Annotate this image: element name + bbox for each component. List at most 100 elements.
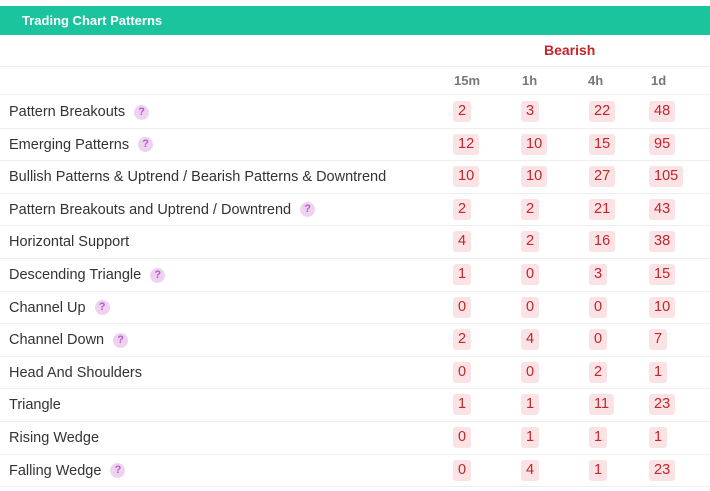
count-badge-1d[interactable]: 7 [649,329,668,351]
pattern-label: Bullish Patterns & Uptrend / Bearish Pat… [9,169,387,186]
table-row[interactable]: Head And Shoulders 0 0 2 1 [0,357,710,389]
pattern-label: Falling Wedge [9,462,102,479]
pattern-name[interactable]: Pattern Breakouts and Uptrend / Downtren… [9,194,316,226]
count-badge-1h[interactable]: 4 [521,459,540,481]
pattern-name[interactable]: Channel Up? [9,292,110,324]
pattern-label: Rising Wedge [9,430,100,446]
count-badge-4h[interactable]: 1 [589,427,608,448]
pattern-label: Head And Shoulders [9,364,143,381]
column-header-4h[interactable]: 4h [588,73,603,88]
count-badge-15m[interactable]: 2 [453,101,472,122]
pattern-label: Descending Triangle [9,267,142,283]
question-circle-icon[interactable]: ? [110,463,126,479]
question-circle-icon[interactable]: ? [113,332,129,348]
question-circle-icon[interactable]: ? [138,137,154,153]
table-row[interactable]: Horizontal Support 4 2 16 38 [0,226,710,258]
column-header-1d[interactable]: 1d [651,73,666,88]
pattern-label: Pattern Breakouts [9,104,126,120]
pattern-label: Horizontal Support [9,234,130,251]
count-badge-1d[interactable]: 48 [649,101,676,122]
count-badge-1d[interactable]: 23 [649,459,676,481]
count-badge-15m[interactable]: 0 [453,427,472,448]
count-badge-1d[interactable]: 95 [649,133,676,155]
count-badge-4h[interactable]: 0 [589,296,608,318]
table-row[interactable]: Bullish Patterns & Uptrend / Bearish Pat… [0,161,710,193]
count-badge-1d[interactable]: 15 [649,264,676,285]
count-badge-1h[interactable]: 4 [521,329,540,351]
question-circle-icon[interactable]: ? [134,104,150,120]
column-header-15m[interactable]: 15m [454,73,480,88]
count-badge-4h[interactable]: 11 [589,394,615,416]
pattern-name[interactable]: Falling Wedge? [9,455,126,487]
table-row[interactable]: Pattern Breakouts? 2 3 22 48 [0,96,710,128]
bearish-group-label: Bearish [544,42,596,58]
pattern-label: Channel Up [9,299,86,316]
table-row[interactable]: Channel Up? 0 0 0 10 [0,292,710,324]
count-badge-1h[interactable]: 2 [521,198,540,220]
count-badge-1d[interactable]: 23 [649,394,676,416]
table-row[interactable]: Rising Wedge 0 1 1 1 [0,422,710,454]
count-badge-4h[interactable]: 0 [589,329,608,351]
count-badge-15m[interactable]: 0 [453,296,472,318]
pattern-label: Emerging Patterns [9,136,130,153]
count-badge-1h[interactable]: 2 [521,231,540,253]
count-badge-4h[interactable]: 22 [589,101,616,122]
pattern-name[interactable]: Rising Wedge [9,422,99,454]
panel-header: Trading Chart Patterns [0,6,710,35]
count-badge-4h[interactable]: 21 [589,198,616,220]
count-badge-1d[interactable]: 105 [649,166,684,188]
table-row[interactable]: Descending Triangle? 1 0 3 15 [0,259,710,291]
count-badge-15m[interactable]: 4 [453,231,472,253]
pattern-name[interactable]: Horizontal Support [9,226,129,258]
pattern-name[interactable]: Bullish Patterns & Uptrend / Bearish Pat… [9,161,386,193]
pattern-name[interactable]: Triangle [9,389,61,421]
count-badge-1h[interactable]: 0 [521,361,540,383]
count-badge-15m[interactable]: 12 [453,133,480,155]
row-divider [0,486,710,488]
count-badge-4h[interactable]: 27 [589,166,616,188]
pattern-label: Triangle [9,397,61,414]
table-row[interactable]: Channel Down? 2 4 0 7 [0,324,710,356]
count-badge-15m[interactable]: 1 [453,264,472,285]
count-badge-1d[interactable]: 38 [649,231,676,253]
pattern-name[interactable]: Pattern Breakouts? [9,96,150,128]
count-badge-4h[interactable]: 2 [589,361,608,383]
table-row[interactable]: Emerging Patterns? 12 10 15 95 [0,129,710,161]
count-badge-1h[interactable]: 3 [521,101,540,122]
count-badge-4h[interactable]: 16 [589,231,616,253]
table-row[interactable]: Triangle 1 1 11 23 [0,389,710,421]
count-badge-1d[interactable]: 1 [649,361,668,383]
count-badge-1h[interactable]: 0 [521,264,540,285]
pattern-label: Channel Down [9,332,105,349]
count-badge-15m[interactable]: 1 [453,394,472,416]
count-badge-15m[interactable]: 0 [453,361,472,383]
question-circle-icon[interactable]: ? [150,267,166,283]
pattern-name[interactable]: Descending Triangle? [9,259,166,291]
count-badge-1d[interactable]: 1 [649,427,668,448]
count-badge-1d[interactable]: 43 [649,198,676,220]
pattern-name[interactable]: Channel Down? [9,324,129,356]
count-badge-15m[interactable]: 2 [453,198,472,220]
count-badge-1h[interactable]: 1 [521,427,540,448]
count-badge-15m[interactable]: 10 [453,166,480,188]
count-badge-4h[interactable]: 15 [589,133,616,155]
count-badge-4h[interactable]: 1 [589,459,608,481]
table-row[interactable]: Falling Wedge? 0 4 1 23 [0,455,710,487]
count-badge-1d[interactable]: 10 [649,296,676,318]
pattern-name[interactable]: Emerging Patterns? [9,129,154,161]
question-circle-icon[interactable]: ? [300,202,316,218]
count-badge-1h[interactable]: 10 [521,166,548,188]
question-circle-icon[interactable]: ? [94,300,110,316]
count-badge-1h[interactable]: 10 [521,133,548,155]
divider [0,66,710,67]
table-row[interactable]: Pattern Breakouts and Uptrend / Downtren… [0,194,710,226]
count-badge-4h[interactable]: 3 [589,264,608,285]
divider [0,94,710,95]
column-header-1h[interactable]: 1h [522,73,537,88]
count-badge-15m[interactable]: 2 [453,329,472,351]
count-badge-1h[interactable]: 1 [521,394,540,416]
count-badge-15m[interactable]: 0 [453,459,472,481]
pattern-label: Pattern Breakouts and Uptrend / Downtren… [9,201,292,218]
count-badge-1h[interactable]: 0 [521,296,540,318]
pattern-name[interactable]: Head And Shoulders [9,357,142,389]
